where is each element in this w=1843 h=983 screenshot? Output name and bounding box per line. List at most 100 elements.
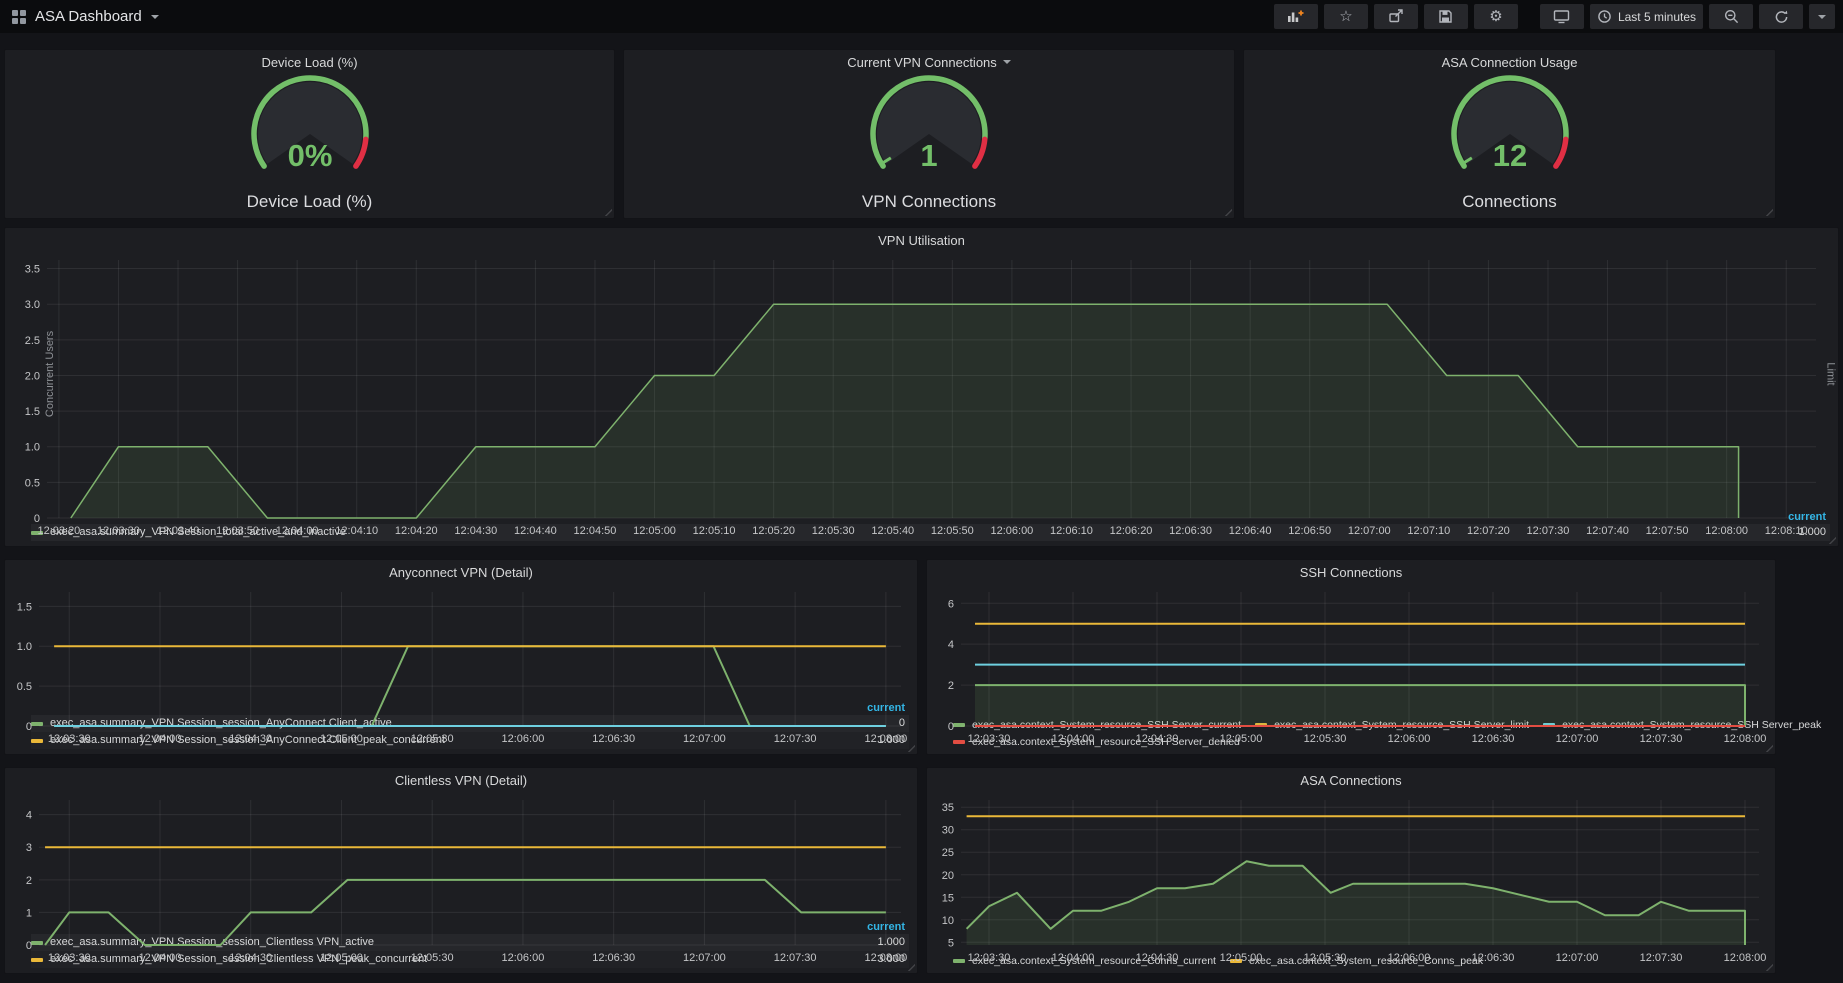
x-tick-label: 12:05:30 <box>1304 952 1347 964</box>
cycle-view-button[interactable] <box>1540 4 1584 29</box>
y-tick-label: 1.0 <box>25 442 40 454</box>
clock-icon <box>1597 9 1612 24</box>
panel-title-text: VPN Utilisation <box>878 233 965 248</box>
x-tick-label: 12:07:00 <box>1556 952 1599 964</box>
panel-title[interactable]: Current VPN Connections <box>624 50 1234 74</box>
settings-button[interactable]: ⚙ <box>1474 4 1518 29</box>
dashboard-grid: Device Load (%) 0% Device Load (%) Curre… <box>0 49 1843 974</box>
y-tick-label: 1 <box>26 907 32 919</box>
x-tick-label: 12:03:30 <box>48 952 91 964</box>
y-tick-label: 1.5 <box>17 601 32 613</box>
panel-current-vpn-connections: Current VPN Connections 1 VPN Connection… <box>623 49 1235 219</box>
panel-title[interactable]: Device Load (%) <box>5 50 614 74</box>
chart-plot[interactable]: Concurrent Users Limit 00.51.01.52.02.53… <box>9 252 1834 509</box>
chart-plot[interactable]: 024612:03:3012:04:0012:04:3012:05:0012:0… <box>931 584 1771 716</box>
navbar: ASA Dashboard ☆ <box>0 0 1843 33</box>
y-tick-label: 0.5 <box>17 681 32 693</box>
panel-asa-connection-usage: ASA Connection Usage 12 Connections <box>1243 49 1776 219</box>
refresh-interval-dropdown[interactable] <box>1809 4 1835 29</box>
y-tick-label: 0 <box>26 940 32 952</box>
panel-title[interactable]: ASA Connection Usage <box>1244 50 1775 74</box>
y-tick-label: 0 <box>26 721 32 733</box>
y-tick-label: 5 <box>948 937 954 949</box>
panel-title-text: ASA Connection Usage <box>1442 55 1578 70</box>
x-tick-label: 12:05:00 <box>1220 952 1263 964</box>
x-tick-label: 12:04:20 <box>395 525 438 537</box>
chart-plot[interactable]: 510152025303512:03:3012:04:0012:04:3012:… <box>931 792 1771 952</box>
x-tick-label: 12:04:30 <box>454 525 497 537</box>
panel-title[interactable]: ASA Connections <box>927 768 1775 792</box>
x-tick-label: 12:06:10 <box>1050 525 1093 537</box>
save-icon <box>1438 9 1453 24</box>
x-tick-label: 12:08:00 <box>864 952 907 964</box>
monitor-icon <box>1553 9 1570 24</box>
panel-title-text: Current VPN Connections <box>847 55 997 70</box>
chart-plot[interactable]: 00.51.01.512:03:3012:04:0012:04:3012:05:… <box>9 584 913 700</box>
gauge-label: VPN Connections <box>624 192 1234 222</box>
panel-device-load: Device Load (%) 0% Device Load (%) <box>4 49 615 219</box>
x-tick-label: 12:04:50 <box>574 525 617 537</box>
chart-plot[interactable]: 0123412:03:3012:04:0012:04:3012:05:0012:… <box>9 792 913 919</box>
x-tick-label: 12:07:30 <box>1527 525 1570 537</box>
panel-ssh-connections: SSH Connections 024612:03:3012:04:0012:0… <box>926 559 1776 755</box>
x-tick-label: 12:07:30 <box>774 733 817 745</box>
x-tick-label: 12:06:00 <box>1388 733 1431 745</box>
gauge-label: Device Load (%) <box>5 192 614 222</box>
x-tick-label: 12:04:30 <box>229 733 272 745</box>
dashboard-title[interactable]: ASA Dashboard <box>35 8 142 25</box>
dashboards-grid-icon[interactable] <box>12 10 26 24</box>
x-tick-label: 12:05:30 <box>411 733 454 745</box>
x-tick-label: 12:06:30 <box>592 733 635 745</box>
x-tick-label: 12:07:30 <box>774 952 817 964</box>
x-tick-label: 12:08:00 <box>1724 733 1767 745</box>
add-panel-button[interactable] <box>1274 4 1318 29</box>
x-tick-label: 12:05:20 <box>752 525 795 537</box>
y-tick-label: 2 <box>26 875 32 887</box>
panel-title-text: ASA Connections <box>1300 773 1401 788</box>
x-tick-label: 12:06:00 <box>1388 952 1431 964</box>
x-tick-label: 12:07:30 <box>1640 952 1683 964</box>
x-tick-label: 12:07:00 <box>683 952 726 964</box>
gauge-label: Connections <box>1244 192 1775 222</box>
x-tick-label: 12:07:10 <box>1407 525 1450 537</box>
panel-title[interactable]: SSH Connections <box>927 560 1775 584</box>
x-tick-label: 12:05:00 <box>633 525 676 537</box>
x-tick-label: 12:03:30 <box>968 952 1011 964</box>
time-range-picker[interactable]: Last 5 minutes <box>1590 4 1703 29</box>
gauge-value: 1 <box>920 138 937 173</box>
save-button[interactable] <box>1424 4 1468 29</box>
gauge: 0% <box>5 74 614 192</box>
panel-clientless-vpn-detail: Clientless VPN (Detail) 0123412:03:3012:… <box>4 767 918 974</box>
x-tick-label: 12:08:00 <box>1705 525 1748 537</box>
x-tick-label: 12:06:40 <box>1229 525 1272 537</box>
x-tick-label: 12:03:20 <box>37 525 80 537</box>
zoom-out-icon <box>1724 9 1739 24</box>
panel-title[interactable]: VPN Utilisation <box>5 228 1838 252</box>
x-tick-label: 12:07:20 <box>1467 525 1510 537</box>
chart-svg: 00.51.01.512:03:3012:04:0012:04:3012:05:… <box>9 584 913 748</box>
share-button[interactable] <box>1374 4 1418 29</box>
star-button[interactable]: ☆ <box>1324 4 1368 29</box>
zoom-out-button[interactable] <box>1709 4 1753 29</box>
gauge-value: 12 <box>1492 138 1526 173</box>
refresh-button[interactable] <box>1759 4 1803 29</box>
panel-title-text: Clientless VPN (Detail) <box>395 773 527 788</box>
panel-title[interactable]: Anyconnect VPN (Detail) <box>5 560 917 584</box>
dashboard-title-caret-icon[interactable] <box>151 15 159 19</box>
x-tick-label: 12:04:30 <box>1136 733 1179 745</box>
x-tick-label: 12:03:30 <box>97 525 140 537</box>
x-tick-label: 12:05:30 <box>411 952 454 964</box>
x-tick-label: 12:07:00 <box>683 733 726 745</box>
x-tick-label: 12:05:00 <box>320 733 363 745</box>
y-tick-label: 15 <box>942 892 954 904</box>
x-tick-label: 12:07:00 <box>1348 525 1391 537</box>
chevron-down-icon <box>1818 15 1826 19</box>
panel-title[interactable]: Clientless VPN (Detail) <box>5 768 917 792</box>
time-range-label: Last 5 minutes <box>1618 10 1696 24</box>
x-tick-label: 12:06:00 <box>502 952 545 964</box>
y-tick-label: 0 <box>34 513 40 525</box>
series-fill <box>967 861 1745 945</box>
x-tick-label: 12:04:00 <box>276 525 319 537</box>
x-tick-label: 12:03:30 <box>968 733 1011 745</box>
x-tick-label: 12:06:00 <box>990 525 1033 537</box>
